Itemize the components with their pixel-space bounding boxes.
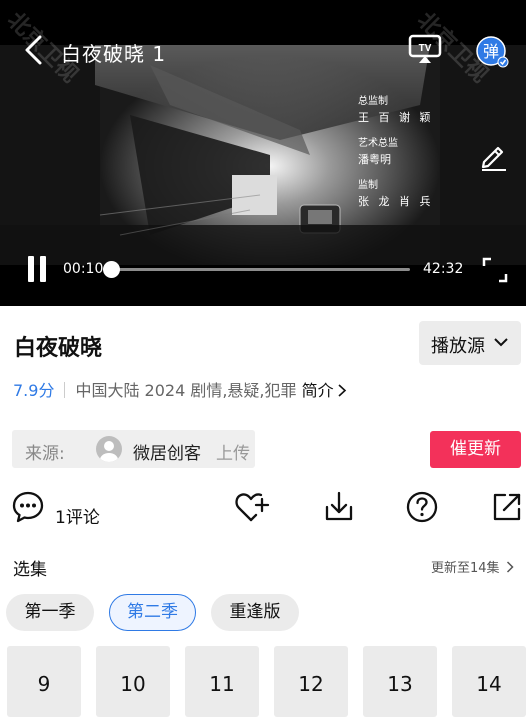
help-icon[interactable] — [405, 490, 439, 524]
intro-link[interactable]: 简介 — [302, 381, 347, 400]
episode-item[interactable]: 13 — [363, 646, 437, 717]
video-title: 白夜破晓 1 — [61, 42, 167, 66]
season-tab-3[interactable]: 重逢版 — [211, 594, 299, 631]
progress-bar[interactable] — [103, 261, 410, 278]
uploader-info: 来源: 微居创客 上传 — [12, 430, 255, 468]
chevron-right-icon — [338, 384, 346, 397]
episode-item[interactable]: 9 — [7, 646, 81, 717]
episode-item[interactable]: 12 — [274, 646, 348, 717]
credits: 总监制 王 百 谢 颖 艺术总监 潘粤明 监制 张 龙 肖 兵 — [358, 96, 434, 208]
show-meta: 7.9分 中国大陆 2024 剧情,悬疑,犯罪 简介 — [13, 377, 347, 403]
uploader-name: 微居创客 — [133, 444, 201, 464]
svg-text:弹: 弹 — [483, 42, 499, 61]
urge-update-button[interactable]: 催更新 — [430, 431, 521, 468]
episode-item[interactable]: 14 — [452, 646, 526, 717]
fullscreen-icon[interactable] — [481, 256, 509, 284]
progress-knob[interactable] — [103, 261, 121, 278]
action-bar: 1评论 — [0, 490, 526, 540]
update-info-link[interactable]: 更新至14集 — [431, 557, 514, 576]
back-icon[interactable] — [22, 34, 46, 66]
danmu-icon[interactable]: 弹 — [474, 34, 510, 70]
source-label: 播放源 — [431, 336, 485, 357]
avatar — [96, 436, 122, 462]
tv-cast-icon[interactable]: TV — [408, 34, 442, 64]
meta-text: 中国大陆 2024 剧情,悬疑,犯罪 — [75, 381, 297, 400]
season-tab-2[interactable]: 第二季 — [109, 594, 196, 631]
intro-label: 简介 — [301, 381, 334, 400]
season-tab-1[interactable]: 第一季 — [6, 594, 94, 631]
score: 7.9分 — [13, 381, 55, 400]
update-info: 更新至14集 — [431, 561, 500, 576]
svg-text:TV: TV — [419, 43, 432, 54]
chevron-down-icon — [494, 338, 508, 347]
pause-icon[interactable] — [26, 256, 48, 282]
credit-names-3: 张 龙 肖 兵 — [358, 194, 434, 208]
player-controls: 00:10 42:32 — [0, 250, 526, 290]
current-time: 00:10 — [63, 261, 104, 277]
upload-label: 上传 — [216, 444, 250, 464]
episodes-title: 选集 — [13, 560, 47, 580]
divider — [64, 382, 66, 398]
edit-icon[interactable] — [478, 140, 510, 172]
player-top-bar: 白夜破晓 1 TV 弹 — [0, 0, 526, 100]
source-select-button[interactable]: 播放源 — [419, 321, 521, 365]
comment-count[interactable]: 1评论 — [55, 503, 100, 528]
credit-name-2: 潘粤明 — [358, 152, 391, 166]
credit-names-1: 王 百 谢 颖 — [358, 110, 434, 124]
favorite-icon[interactable] — [234, 490, 270, 524]
chevron-right-icon — [506, 561, 514, 573]
show-title: 白夜破晓 — [14, 336, 103, 361]
total-time: 42:32 — [423, 261, 464, 277]
episode-item[interactable]: 10 — [96, 646, 170, 717]
source-from-label: 来源: — [25, 444, 65, 464]
comment-icon[interactable] — [11, 490, 45, 524]
episode-item[interactable]: 11 — [185, 646, 259, 717]
share-icon[interactable] — [490, 490, 524, 524]
download-icon[interactable] — [322, 490, 356, 524]
credit-title-2: 艺术总监 — [358, 138, 398, 150]
user-icon — [100, 441, 118, 462]
video-player[interactable]: 总监制 王 百 谢 颖 艺术总监 潘粤明 监制 张 龙 肖 兵 北京卫视 北京卫… — [0, 0, 526, 306]
credit-title-3: 监制 — [358, 180, 378, 192]
